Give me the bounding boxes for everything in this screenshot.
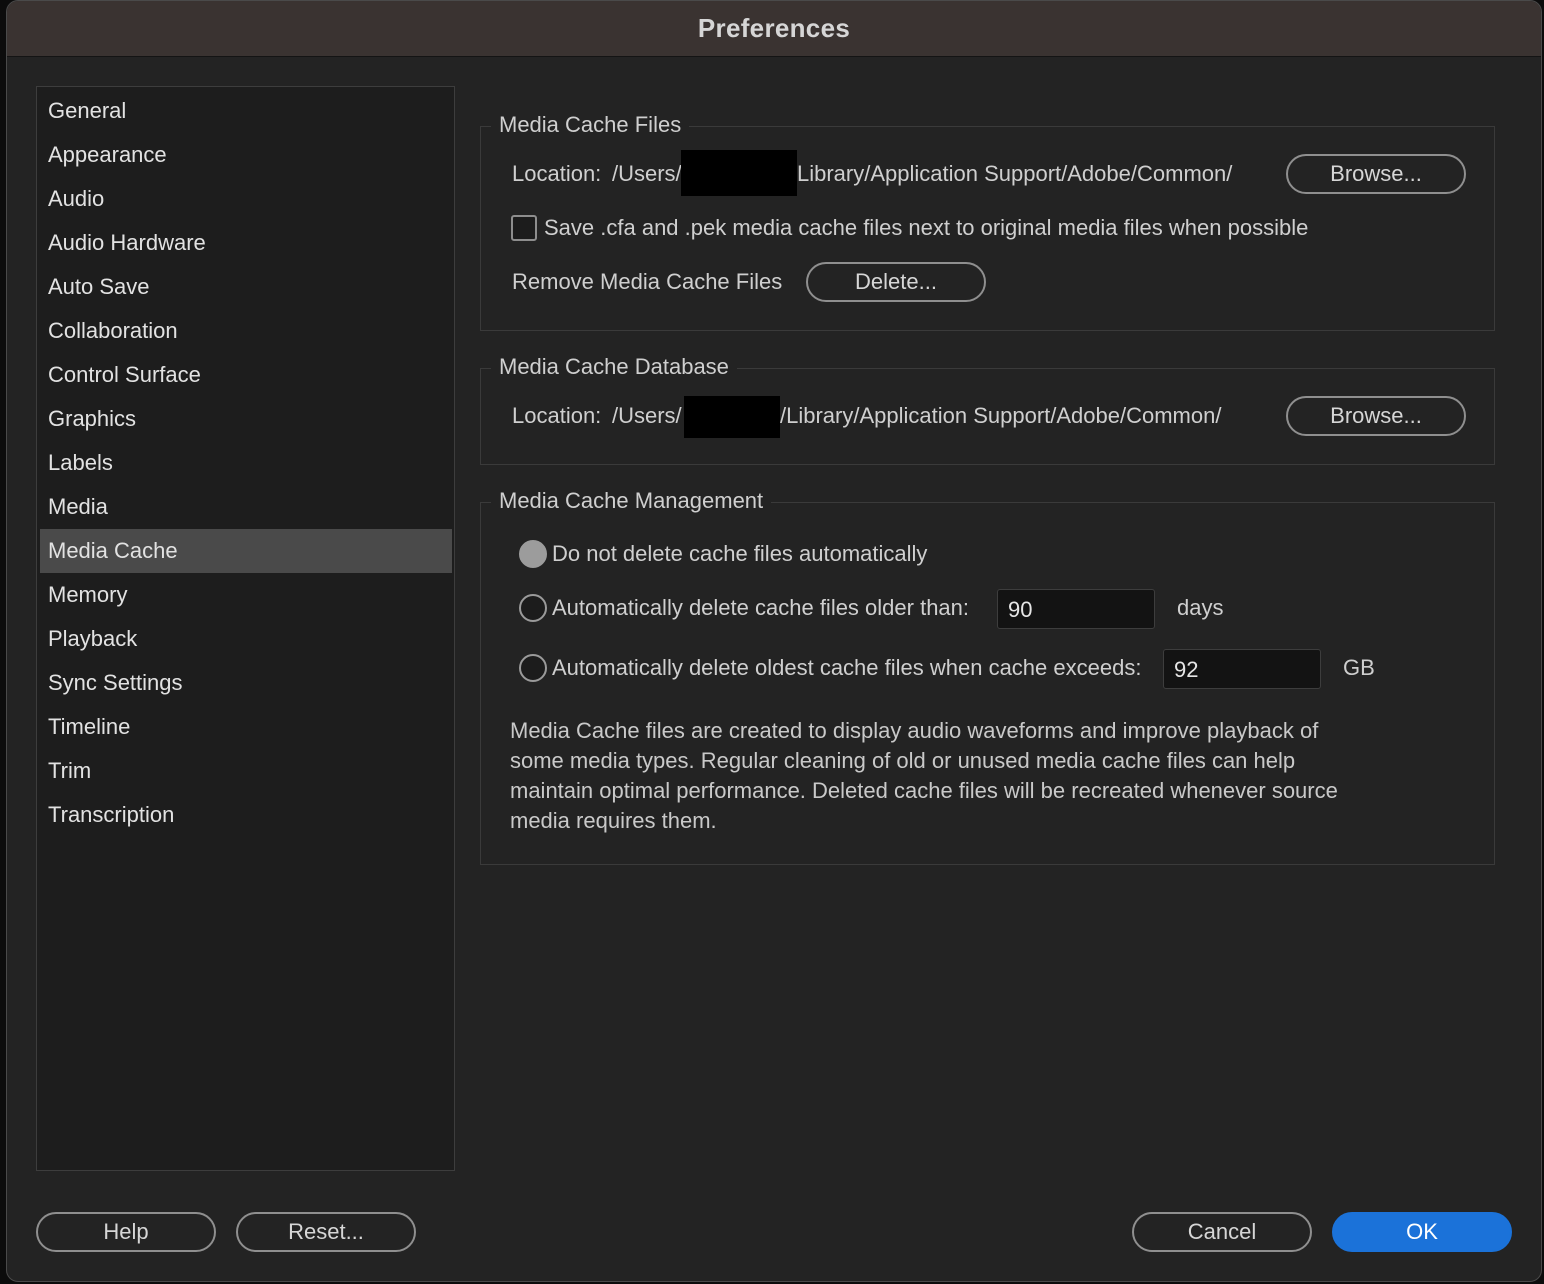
sidebar-item-graphics[interactable]: Graphics — [40, 397, 452, 441]
delete-cache-files-button[interactable]: Delete... — [806, 262, 986, 302]
media-cache-management-legend: Media Cache Management — [491, 486, 772, 516]
days-unit-label: days — [1177, 595, 1224, 620]
radio-do-not-delete[interactable] — [519, 540, 547, 568]
radio-delete-older-than[interactable] — [519, 594, 547, 622]
sidebar-item-sync-settings[interactable]: Sync Settings — [40, 661, 452, 705]
cache-files-location-label: Location: — [512, 161, 602, 186]
sidebar-item-audio[interactable]: Audio — [40, 177, 452, 221]
sidebar-item-transcription[interactable]: Transcription — [40, 793, 452, 837]
sidebar-item-control-surface[interactable]: Control Surface — [40, 353, 452, 397]
media-cache-database-legend: Media Cache Database — [491, 352, 737, 382]
cache-database-location-prefix: /Users/ — [612, 403, 682, 428]
redacted-username — [681, 150, 797, 196]
radio-do-not-delete-label: Do not delete cache files automatically — [552, 541, 928, 566]
sidebar-item-auto-save[interactable]: Auto Save — [40, 265, 452, 309]
sidebar-item-memory[interactable]: Memory — [40, 573, 452, 617]
media-cache-files-legend: Media Cache Files — [491, 110, 690, 140]
cache-files-location-path: Library/Application Support/Adobe/Common… — [797, 161, 1233, 186]
window-title: Preferences — [697, 13, 851, 43]
sidebar-item-appearance[interactable]: Appearance — [40, 133, 452, 177]
radio-delete-when-exceeds[interactable] — [519, 654, 547, 682]
gb-unit-label: GB — [1343, 655, 1375, 680]
cancel-button[interactable]: Cancel — [1132, 1212, 1312, 1252]
days-input[interactable]: 90 — [997, 589, 1155, 629]
preferences-sidebar: General Appearance Audio Audio Hardware … — [36, 86, 455, 1171]
sidebar-item-media-cache[interactable]: Media Cache — [40, 529, 452, 573]
sidebar-item-labels[interactable]: Labels — [40, 441, 452, 485]
help-button[interactable]: Help — [36, 1212, 216, 1252]
save-next-to-media-checkbox[interactable] — [511, 215, 537, 241]
remove-cache-files-label: Remove Media Cache Files — [512, 269, 783, 294]
sidebar-item-collaboration[interactable]: Collaboration — [40, 309, 452, 353]
redacted-username — [684, 396, 780, 438]
sidebar-item-timeline[interactable]: Timeline — [40, 705, 452, 749]
sidebar-item-audio-hardware[interactable]: Audio Hardware — [40, 221, 452, 265]
sidebar-item-media[interactable]: Media — [40, 485, 452, 529]
reset-button[interactable]: Reset... — [236, 1212, 416, 1252]
cache-database-location-label: Location: — [512, 403, 602, 428]
title-bar: Preferences — [7, 1, 1541, 57]
cache-database-browse-button[interactable]: Browse... — [1286, 396, 1466, 436]
cache-database-location-path: /Library/Application Support/Adobe/Commo… — [780, 403, 1222, 428]
save-next-to-media-label: Save .cfa and .pek media cache files nex… — [544, 215, 1309, 240]
radio-delete-older-than-label: Automatically delete cache files older t… — [552, 595, 970, 620]
cache-files-browse-button[interactable]: Browse... — [1286, 154, 1466, 194]
sidebar-item-general[interactable]: General — [40, 89, 452, 133]
radio-delete-when-exceeds-label: Automatically delete oldest cache files … — [552, 655, 1142, 680]
cache-files-location-prefix: /Users/ — [612, 161, 682, 186]
ok-button[interactable]: OK — [1332, 1212, 1512, 1252]
gb-limit-input[interactable]: 92 — [1163, 649, 1321, 689]
media-cache-description: Media Cache files are created to display… — [510, 718, 1338, 833]
sidebar-item-trim[interactable]: Trim — [40, 749, 452, 793]
sidebar-item-playback[interactable]: Playback — [40, 617, 452, 661]
